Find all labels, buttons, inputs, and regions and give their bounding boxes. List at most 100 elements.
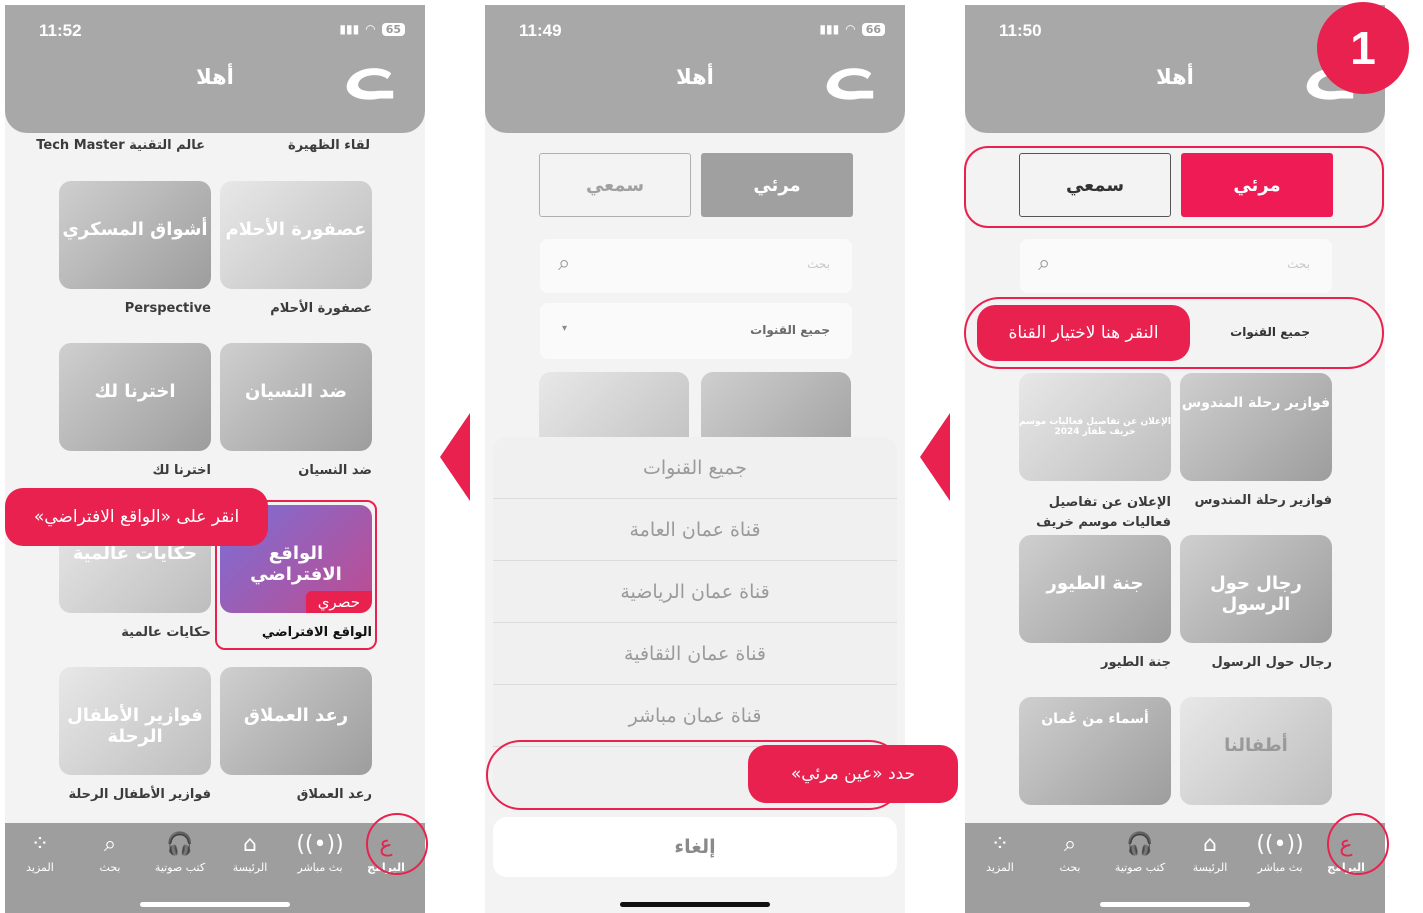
- phone-screen-programs-list: أهلا 11:52 ▮▮▮ ◠ 65 لقاء الظهيرة عالم التق…: [5, 5, 425, 913]
- tab-live[interactable]: ((•)) بث مباشر: [287, 823, 353, 883]
- status-time: 11:50: [999, 21, 1042, 40]
- home-icon: ⌂: [1203, 832, 1217, 857]
- cancel-button[interactable]: إلغاء: [493, 817, 897, 877]
- program-card[interactable]: أسماء من عُمان: [1019, 697, 1171, 805]
- search-icon: ⌕: [558, 251, 571, 276]
- step-arrow-left-icon: [920, 413, 950, 501]
- headphones-icon: 🎧: [166, 832, 194, 857]
- tab-more[interactable]: ⁘ المزيد: [7, 823, 73, 883]
- bottom-tab-bar: ع البرامج ((•)) بث مباشر ⌂ الرئيسة 🎧 كتب صوت…: [5, 823, 425, 913]
- status-bar: 11:49 ▮▮▮ ◠ 66: [485, 5, 905, 57]
- row-header: لقاء الظهيرة: [288, 138, 370, 153]
- search-icon: ⌕: [103, 832, 117, 857]
- program-thumbnail: جنة الطيور: [1019, 535, 1171, 643]
- program-title: الإعلان عن تفاصيل فعاليات موسم خريف: [1036, 495, 1171, 530]
- home-icon: ⌂: [243, 832, 257, 857]
- program-thumbnail: عصفورة الأحلام: [220, 181, 372, 289]
- status-bar: 11:52 ▮▮▮ ◠ 65: [5, 5, 425, 57]
- home-indicator: [620, 902, 770, 907]
- status-time: 11:49: [519, 21, 562, 40]
- program-thumbnail: الإعلان عن تفاصيل فعاليات موسم خريف ظفار…: [1019, 373, 1171, 481]
- highlight-ring-segment: [964, 146, 1384, 228]
- program-card[interactable]: عصفورة الأحلام عصفورة الأحلام: [220, 181, 372, 316]
- highlight-ring-programs-tab: [1327, 813, 1389, 875]
- more-grid-icon: ⁘: [30, 832, 50, 857]
- highlight-ring-programs-tab: [366, 813, 428, 875]
- channel-dropdown[interactable]: جميع القنوات ▾: [540, 303, 852, 359]
- brand-logo-icon: [346, 68, 394, 100]
- tab-search[interactable]: ⌕ بحث: [77, 823, 143, 883]
- segment-audio[interactable]: سمعي: [539, 153, 691, 217]
- program-title: رعد العملاق: [296, 787, 372, 802]
- program-thumbnail: رجال حول الرسول: [1180, 535, 1332, 643]
- brand-logo-icon: [826, 68, 874, 100]
- phone-screen-programs-home: أهلا 11:50 مرئي سمعي بحث ⌕ جميع القنوات …: [965, 5, 1385, 913]
- search-icon: ⌕: [1038, 251, 1051, 276]
- bottom-tab-bar: ع البرامج ((•)) بث مباشر ⌂ الرئيسة 🎧 كتب صوت…: [965, 823, 1385, 913]
- program-title: عصفورة الأحلام: [270, 301, 372, 316]
- program-card[interactable]: رعد العملاق رعد العملاق: [220, 667, 372, 802]
- channel-option[interactable]: قناة عمان العامة: [493, 499, 897, 561]
- program-thumbnail: فوازير الأطفال الرحلة: [59, 667, 211, 775]
- step-number-badge: 1: [1317, 2, 1409, 94]
- more-grid-icon: ⁘: [990, 832, 1010, 857]
- channel-option[interactable]: قناة عمان مباشر: [493, 685, 897, 747]
- program-thumbnail: ضد النسيان: [220, 343, 372, 451]
- callout-choose-channel: النقر هنا لاختيار القناة: [977, 305, 1190, 361]
- program-thumbnail: اخترنا لك: [59, 343, 211, 451]
- headphones-icon: 🎧: [1126, 832, 1154, 857]
- program-title: فوازير الأطفال الرحلة: [68, 787, 211, 802]
- search-icon: ⌕: [1063, 832, 1077, 857]
- program-title: فوازير رحلة المندوس: [1194, 493, 1332, 508]
- tab-live[interactable]: ((•)) بث مباشر: [1247, 823, 1313, 883]
- program-thumbnail: رعد العملاق: [220, 667, 372, 775]
- battery-icon: 65: [381, 22, 405, 36]
- status-icons: ▮▮▮ ◠ 66: [819, 22, 885, 36]
- signal-icon: ▮▮▮: [339, 22, 360, 36]
- wifi-icon: ◠: [845, 22, 856, 36]
- program-title: Perspective: [124, 301, 211, 316]
- tab-audiobooks[interactable]: 🎧 كتب صوتية: [1107, 823, 1173, 883]
- live-broadcast-icon: ((•)): [296, 832, 344, 857]
- program-title: حكايات عالمية: [121, 625, 211, 640]
- tab-audiobooks[interactable]: 🎧 كتب صوتية: [147, 823, 213, 883]
- row-header: عالم التقنية Tech Master: [36, 138, 205, 153]
- channel-option[interactable]: جميع القنوات: [493, 437, 897, 499]
- program-card[interactable]: أشواق المسكري Perspective: [59, 181, 211, 316]
- channel-option[interactable]: قناة عمان الرياضية: [493, 561, 897, 623]
- search-input[interactable]: بحث ⌕: [540, 239, 852, 293]
- callout-tap-program: انقر على «الواقع الافتراضي»: [5, 488, 268, 546]
- chevron-down-icon: ▾: [562, 323, 568, 334]
- live-broadcast-icon: ((•)): [1256, 832, 1304, 857]
- tab-home[interactable]: ⌂ الرئيسة: [1177, 823, 1243, 883]
- status-time: 11:52: [39, 21, 82, 40]
- program-title: ضد النسيان: [298, 463, 372, 478]
- program-card[interactable]: رجال حول الرسول رجال حول الرسول: [1180, 535, 1332, 670]
- channel-option[interactable]: قناة عمان الثقافية: [493, 623, 897, 685]
- step-arrow-left-icon: [440, 413, 470, 501]
- program-thumbnail: فوازير رحلة المندوس: [1180, 373, 1332, 481]
- program-card[interactable]: جنة الطيور جنة الطيور: [1019, 535, 1171, 670]
- tab-more[interactable]: ⁘ المزيد: [967, 823, 1033, 883]
- program-card[interactable]: الإعلان عن تفاصيل فعاليات موسم خريف ظفار…: [1019, 373, 1171, 533]
- program-title: جنة الطيور: [1100, 655, 1171, 670]
- program-card[interactable]: فوازير رحلة المندوس فوازير رحلة المندوس: [1180, 373, 1332, 508]
- program-thumbnail: أسماء من عُمان: [1019, 697, 1171, 805]
- status-icons: ▮▮▮ ◠ 65: [339, 22, 405, 36]
- program-thumbnail: أطفالنا: [1180, 697, 1332, 805]
- tab-home[interactable]: ⌂ الرئيسة: [217, 823, 283, 883]
- program-card[interactable]: أطفالنا: [1180, 697, 1332, 805]
- segment-visual[interactable]: مرئي: [701, 153, 853, 217]
- program-card[interactable]: اخترنا لك اخترنا لك: [59, 343, 211, 478]
- search-input[interactable]: بحث ⌕: [1020, 239, 1332, 293]
- callout-select-channel: حدد «عين مرئي»: [748, 745, 958, 803]
- program-thumbnail: أشواق المسكري: [59, 181, 211, 289]
- battery-icon: 66: [861, 22, 885, 36]
- program-card[interactable]: فوازير الأطفال الرحلة فوازير الأطفال الر…: [59, 667, 211, 802]
- signal-icon: ▮▮▮: [819, 22, 840, 36]
- program-title: رجال حول الرسول: [1211, 655, 1332, 670]
- wifi-icon: ◠: [365, 22, 376, 36]
- home-indicator: [140, 902, 290, 907]
- tab-search[interactable]: ⌕ بحث: [1037, 823, 1103, 883]
- program-card[interactable]: ضد النسيان ضد النسيان: [220, 343, 372, 478]
